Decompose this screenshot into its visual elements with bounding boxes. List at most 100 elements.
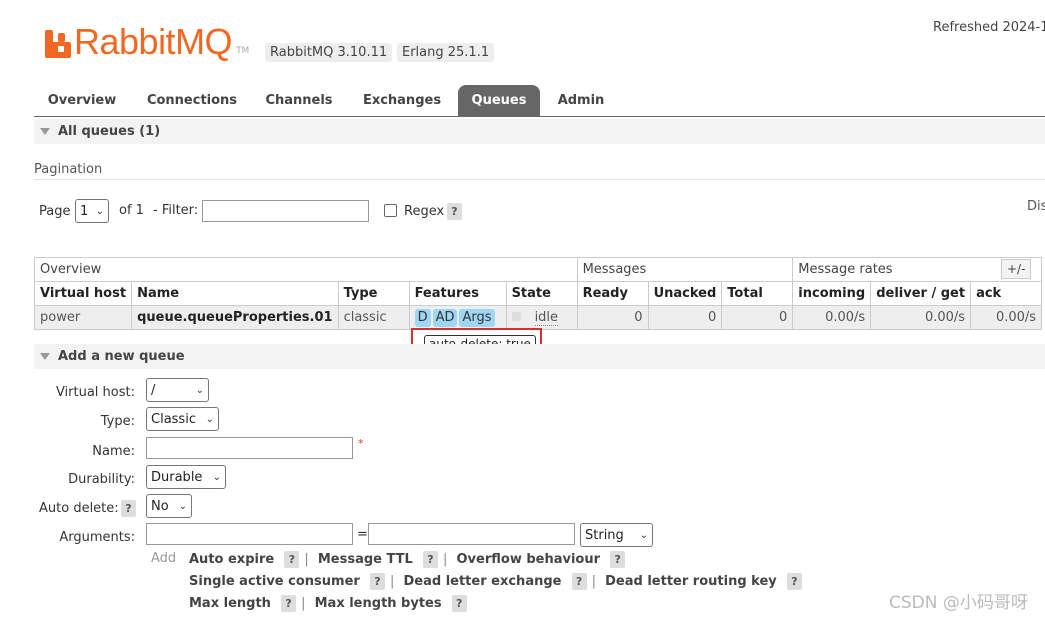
tab-queues[interactable]: Queues <box>458 85 540 117</box>
option-auto-expire[interactable]: Auto expire <box>189 552 274 567</box>
durability-select[interactable]: Durable ⌄ <box>146 465 226 489</box>
rabbitmq-version-badge: RabbitMQ 3.10.11 <box>265 43 393 62</box>
pagination-divider <box>34 179 1045 180</box>
tab-admin[interactable]: Admin <box>546 85 616 117</box>
csdn-watermark: CSDN @小码哥呀 <box>889 593 1028 613</box>
col-unacked[interactable]: Unacked <box>647 281 723 306</box>
tab-exchanges[interactable]: Exchanges <box>352 85 452 117</box>
virtual-host-label: Virtual host: <box>55 385 135 400</box>
page-select-value: 1 <box>80 203 89 219</box>
row-vhost: power <box>33 305 133 330</box>
option-dead-letter-routing-key[interactable]: Dead letter routing key <box>605 574 777 589</box>
row-queue-name[interactable]: queue.queueProperties.01 <box>131 305 339 330</box>
name-label: Name: <box>92 444 135 459</box>
row-incoming: 0.00/s <box>792 305 872 330</box>
col-total[interactable]: Total <box>721 281 794 306</box>
auto-delete-select[interactable]: No ⌄ <box>146 494 192 518</box>
virtual-host-select[interactable]: / ⌄ <box>146 378 209 402</box>
columns-toggle-button[interactable]: +/- <box>1001 259 1032 279</box>
feature-auto-delete-badge[interactable]: AD <box>432 308 458 327</box>
help-icon[interactable]: ? <box>571 573 587 590</box>
col-virtual-host[interactable]: Virtual host <box>33 281 133 306</box>
argument-key-input[interactable] <box>146 523 353 545</box>
chevron-down-icon: ⌄ <box>95 205 104 217</box>
erlang-version-badge: Erlang 25.1.1 <box>397 43 495 62</box>
auto-delete-label: Auto delete: <box>39 501 119 516</box>
auto-delete-value: No <box>151 498 169 514</box>
row-state-text: idle <box>534 310 559 326</box>
regex-help-icon[interactable]: ? <box>447 203 462 220</box>
table-row: power queue.queueProperties.01 classic D… <box>33 305 1043 330</box>
all-queues-toggle[interactable]: All queues (1) <box>40 124 160 139</box>
regex-checkbox[interactable] <box>384 204 397 217</box>
row-deliver-get: 0.00/s <box>870 305 972 330</box>
option-single-active-consumer[interactable]: Single active consumer <box>189 574 360 589</box>
row-ready: 0 <box>576 305 649 330</box>
col-ready[interactable]: Ready <box>576 281 649 306</box>
chevron-down-icon: ⌄ <box>212 471 221 483</box>
help-icon[interactable]: ? <box>422 551 438 568</box>
option-overflow-behaviour[interactable]: Overflow behaviour <box>457 552 601 567</box>
option-max-length[interactable]: Max length <box>189 596 271 611</box>
queues-table: Overview Messages Message rates Virtual … <box>33 257 1043 330</box>
add-queue-header-band <box>34 344 1045 369</box>
tab-channels[interactable]: Channels <box>254 85 344 117</box>
argument-options-row-1: Auto expire ? | Message TTL ? | Overflow b… <box>189 551 626 568</box>
page-label: Page <box>39 204 71 219</box>
collapse-triangle-icon <box>40 128 50 135</box>
row-unacked: 0 <box>647 305 723 330</box>
filter-label: - Filter: <box>153 203 199 218</box>
virtual-host-value: / <box>151 382 156 398</box>
option-message-ttl[interactable]: Message TTL <box>318 552 413 567</box>
row-type: classic <box>337 305 410 330</box>
row-state: idle <box>505 305 578 330</box>
add-queue-title: Add a new queue <box>58 349 185 364</box>
option-max-length-bytes[interactable]: Max length bytes <box>315 596 442 611</box>
col-features[interactable]: Features <box>408 281 507 306</box>
col-deliver-get[interactable]: deliver / get <box>870 281 972 306</box>
row-ack: 0.00/s <box>970 305 1043 330</box>
display-label: Dis <box>1027 199 1045 214</box>
queue-name-input[interactable] <box>146 437 353 459</box>
main-nav: Overview Connections Channels Exchanges … <box>34 85 1045 117</box>
refreshed-timestamp[interactable]: Refreshed 2024-1 <box>933 20 1045 35</box>
tab-connections[interactable]: Connections <box>138 85 246 117</box>
pagination-label: Pagination <box>34 162 103 177</box>
option-dead-letter-exchange[interactable]: Dead letter exchange <box>403 574 561 589</box>
col-incoming[interactable]: incoming <box>792 281 872 306</box>
col-state[interactable]: State <box>505 281 578 306</box>
page-count: of 1 <box>119 203 144 218</box>
help-icon[interactable]: ? <box>451 595 467 612</box>
type-select[interactable]: Classic ⌄ <box>146 407 219 431</box>
help-icon[interactable]: ? <box>786 573 802 590</box>
rabbitmq-logo-icon <box>45 30 71 58</box>
durability-label: Durability: <box>68 472 135 487</box>
type-value: Classic <box>151 411 196 427</box>
col-ack[interactable]: ack <box>970 281 1043 306</box>
help-icon[interactable]: ? <box>610 551 626 568</box>
argument-options-row-3: Max length ? | Max length bytes ? <box>189 595 467 612</box>
argument-type-select[interactable]: String ⌄ <box>580 523 653 547</box>
arguments-label: Arguments: <box>59 530 135 545</box>
all-queues-title: All queues (1) <box>58 124 161 139</box>
col-name[interactable]: Name <box>131 281 339 306</box>
argument-type-value: String <box>585 527 624 543</box>
add-label: Add <box>151 551 177 566</box>
add-queue-toggle[interactable]: Add a new queue <box>40 349 185 364</box>
durability-value: Durable <box>151 469 203 485</box>
help-icon[interactable]: ? <box>284 551 300 568</box>
col-type[interactable]: Type <box>337 281 410 306</box>
filter-input[interactable] <box>202 200 369 222</box>
feature-durable-badge[interactable]: D <box>414 308 431 327</box>
tab-overview[interactable]: Overview <box>34 85 130 117</box>
page-select[interactable]: 1 ⌄ <box>75 199 109 223</box>
auto-delete-help-icon[interactable]: ? <box>121 500 136 517</box>
argument-value-input[interactable] <box>368 523 575 545</box>
state-indicator-icon <box>511 312 521 321</box>
logo-trademark: TM <box>236 46 250 56</box>
feature-args-badge[interactable]: Args <box>459 308 495 327</box>
row-total: 0 <box>721 305 794 330</box>
help-icon[interactable]: ? <box>281 595 297 612</box>
help-icon[interactable]: ? <box>369 573 385 590</box>
rabbitmq-logo: RabbitMQ TM <box>45 24 250 60</box>
